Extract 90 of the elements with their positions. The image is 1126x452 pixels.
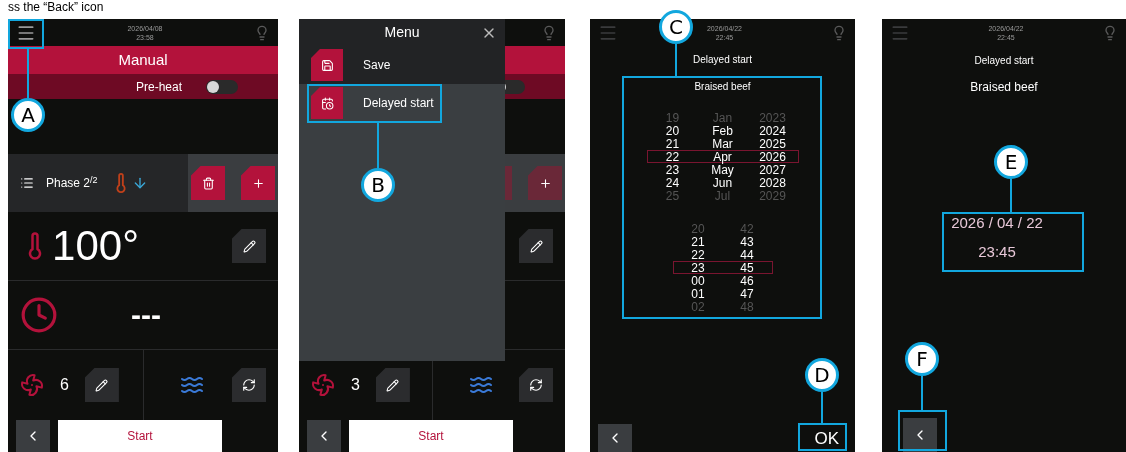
cycle-arrows-icon (529, 378, 543, 392)
highlight-frame (8, 19, 44, 49)
picker-value[interactable]: 44 (722, 249, 772, 261)
picker-value[interactable]: Jun (697, 177, 748, 189)
menu-item[interactable]: Save (299, 46, 505, 84)
phase-label: Phase 2$^{/2}$ (46, 174, 98, 192)
edit-button[interactable] (232, 229, 266, 263)
menu-item[interactable]: Delayed start (299, 84, 505, 122)
leader-line (921, 376, 923, 410)
picker-value[interactable]: 47 (722, 288, 772, 300)
leader-line (821, 392, 823, 423)
pencil-icon (242, 239, 256, 253)
fan-icon (20, 373, 44, 397)
scheduled-time: 23:45 (978, 241, 1016, 262)
callout-badge: A (11, 98, 45, 132)
picker-value[interactable]: Apr (697, 151, 748, 163)
picker-value[interactable]: 23 (673, 262, 723, 274)
picker-value[interactable]: 23 (647, 164, 698, 176)
lightbulb-icon[interactable] (831, 24, 847, 41)
callout-badge: F (905, 342, 939, 376)
picker-value[interactable]: 00 (673, 275, 723, 287)
pencil-icon (529, 239, 543, 253)
picker-value[interactable]: 24 (647, 177, 698, 189)
picker-value[interactable]: 21 (647, 138, 698, 150)
picker-value[interactable]: 2025 (747, 138, 798, 150)
picker-value[interactable]: 22 (673, 249, 723, 261)
start-button[interactable]: Start (349, 420, 513, 452)
preheat-toggle[interactable] (206, 79, 238, 94)
lightbulb-icon[interactable] (541, 24, 557, 41)
preheat-label: Pre-heat (135, 78, 182, 96)
screen-title: Delayed start (974, 53, 1034, 68)
fan-icon (311, 373, 335, 397)
lightbulb-icon[interactable] (254, 24, 270, 41)
edit-button[interactable] (375, 368, 410, 402)
recipe-name: Braised beef (970, 79, 1038, 96)
menu-title: Menu (384, 23, 420, 42)
highlight-frame (898, 410, 947, 451)
duration-value: --- (130, 300, 162, 330)
leader-line (1010, 179, 1012, 212)
fan-speed: 3 (351, 375, 360, 395)
pencil-icon (95, 378, 109, 392)
start-button[interactable]: Start (58, 420, 222, 452)
picker-value[interactable]: 2028 (747, 177, 798, 189)
leader-line (377, 123, 379, 168)
fan-speed: 6 (60, 375, 69, 395)
cycle-button[interactable] (232, 368, 266, 402)
picker-value[interactable]: 43 (722, 236, 772, 248)
mode-title: Manual (118, 49, 168, 70)
temperature-value: 100° (51, 225, 140, 267)
picker-value[interactable]: 22 (647, 151, 698, 163)
delete-button[interactable] (191, 166, 225, 200)
back-button[interactable] (16, 420, 50, 452)
ok-button[interactable]: OK (806, 426, 847, 452)
picker-value[interactable]: 2024 (747, 125, 798, 137)
picker-value[interactable]: 01 (673, 288, 723, 300)
back-button[interactable] (598, 424, 632, 452)
plus-icon (538, 176, 552, 190)
trash-icon (201, 176, 215, 190)
back-button[interactable] (903, 418, 937, 452)
picker-value[interactable]: 2026 (747, 151, 798, 163)
picker-value[interactable]: Feb (697, 125, 748, 137)
cycle-button[interactable] (519, 368, 553, 402)
picker-value[interactable]: 20 (647, 125, 698, 137)
scheduled-date: 2026 / 04 / 22 (951, 213, 1043, 233)
edit-button[interactable] (519, 229, 553, 263)
clock-icon (20, 296, 58, 334)
picker-value[interactable]: 2027 (747, 164, 798, 176)
callout-badge: D (805, 358, 839, 392)
highlight-frame (798, 423, 847, 451)
list-icon[interactable] (20, 176, 34, 190)
callout-badge: C (659, 10, 693, 44)
edit-button[interactable] (84, 368, 119, 402)
leader-line (27, 49, 29, 98)
picker-value[interactable]: May (697, 164, 748, 176)
picker-value[interactable]: 46 (722, 275, 772, 287)
picker-value[interactable]: 45 (722, 262, 772, 274)
plus-icon (251, 176, 265, 190)
calendar-clock-icon (311, 87, 343, 119)
instruction-caption: ss the “Back” icon (8, 0, 104, 14)
save-icon (311, 49, 343, 81)
cycle-arrows-icon (242, 378, 256, 392)
lightbulb-icon[interactable] (1102, 24, 1118, 41)
leader-line (675, 44, 677, 76)
recipe-name: Braised beef (694, 79, 751, 94)
picker-value[interactable]: Mar (697, 138, 748, 150)
picker-value[interactable]: 21 (673, 236, 723, 248)
pencil-icon (386, 378, 400, 392)
callout-badge: E (994, 145, 1028, 179)
screen-title: Delayed start (693, 52, 752, 67)
back-button[interactable] (307, 420, 341, 452)
